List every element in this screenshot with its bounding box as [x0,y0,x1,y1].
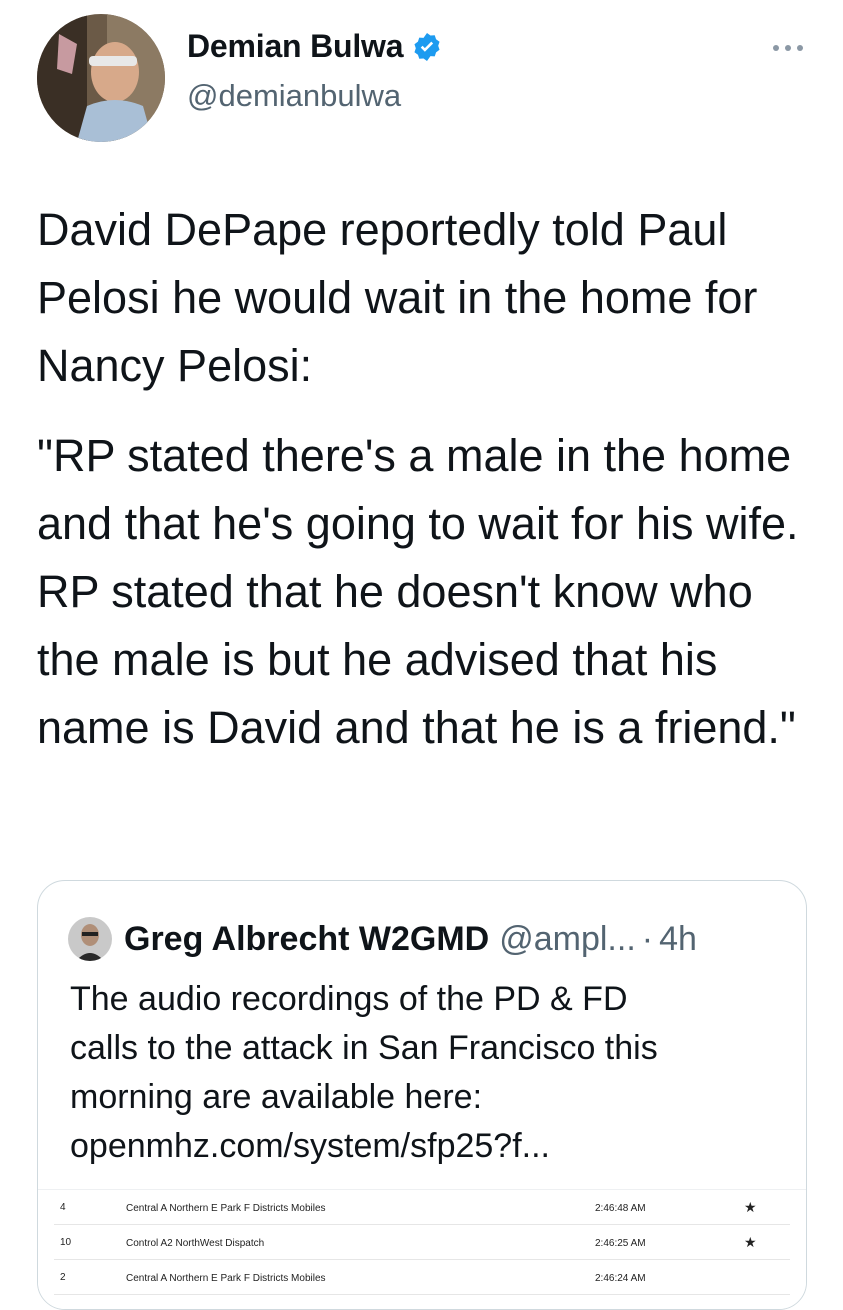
profile-photo-icon [68,917,112,961]
quoted-text-line: calls to the attack in San Francisco thi… [70,1029,658,1067]
call-count: 2 [60,1272,66,1283]
ellipsis-icon [773,45,803,51]
tweet-paragraph: David DePape reportedly told Paul Pelosi… [37,204,758,391]
quoted-text-line: morning are available here: [70,1078,483,1116]
quoted-text-line: The audio recordings of the PD & FD [70,980,628,1018]
call-list: 4 Central A Northern E Park F Districts … [54,1190,790,1295]
call-time: 2:46:25 AM [595,1238,646,1249]
star-icon: ★ [744,1199,757,1215]
call-talkgroup: Central A Northern E Park F Districts Mo… [126,1203,326,1214]
more-options-button[interactable] [768,38,808,58]
quoted-tweet-card[interactable]: Greg Albrecht W2GMD @ampl... · 4h The au… [37,880,807,1310]
quoted-tweet-text: The audio recordings of the PD & FD call… [70,975,790,1171]
star-icon: ★ [744,1234,757,1250]
author-display-name[interactable]: Demian Bulwa [187,28,404,65]
quoted-author-avatar[interactable] [68,917,112,961]
call-list-row: 2 Central A Northern E Park F Districts … [54,1260,790,1295]
quoted-timestamp[interactable]: 4h [659,920,697,959]
call-list-row: 10 Control A2 NorthWest Dispatch 2:46:25… [54,1225,790,1260]
author-handle[interactable]: @demianbulwa [187,78,401,114]
call-talkgroup: Control A2 NorthWest Dispatch [126,1238,265,1249]
tweet-paragraph: "RP stated there's a male in the home an… [37,430,799,753]
call-time: 2:46:24 AM [595,1273,646,1284]
author-name-row[interactable]: Demian Bulwa [187,28,443,65]
profile-photo-icon [37,14,165,142]
call-time: 2:46:48 AM [595,1203,646,1214]
quoted-separator: · [641,919,654,958]
quoted-tweet-header: Greg Albrecht W2GMD @ampl... · 4h [68,917,697,961]
call-count: 10 [60,1237,72,1248]
verified-badge-icon [411,31,443,63]
call-talkgroup: Central A Northern E Park F Districts Mo… [126,1273,326,1284]
author-avatar[interactable] [37,14,165,142]
quoted-display-name[interactable]: Greg Albrecht W2GMD [124,920,489,959]
quoted-link[interactable]: openmhz.com/system/sfp25?f... [70,1122,790,1171]
tweet-text: David DePape reportedly told Paul Pelosi… [37,196,827,784]
quoted-handle[interactable]: @ampl... [499,920,636,959]
call-list-row: 4 Central A Northern E Park F Districts … [54,1190,790,1225]
quoted-media-image[interactable]: 4 Central A Northern E Park F Districts … [38,1189,806,1309]
call-count: 4 [60,1202,66,1213]
